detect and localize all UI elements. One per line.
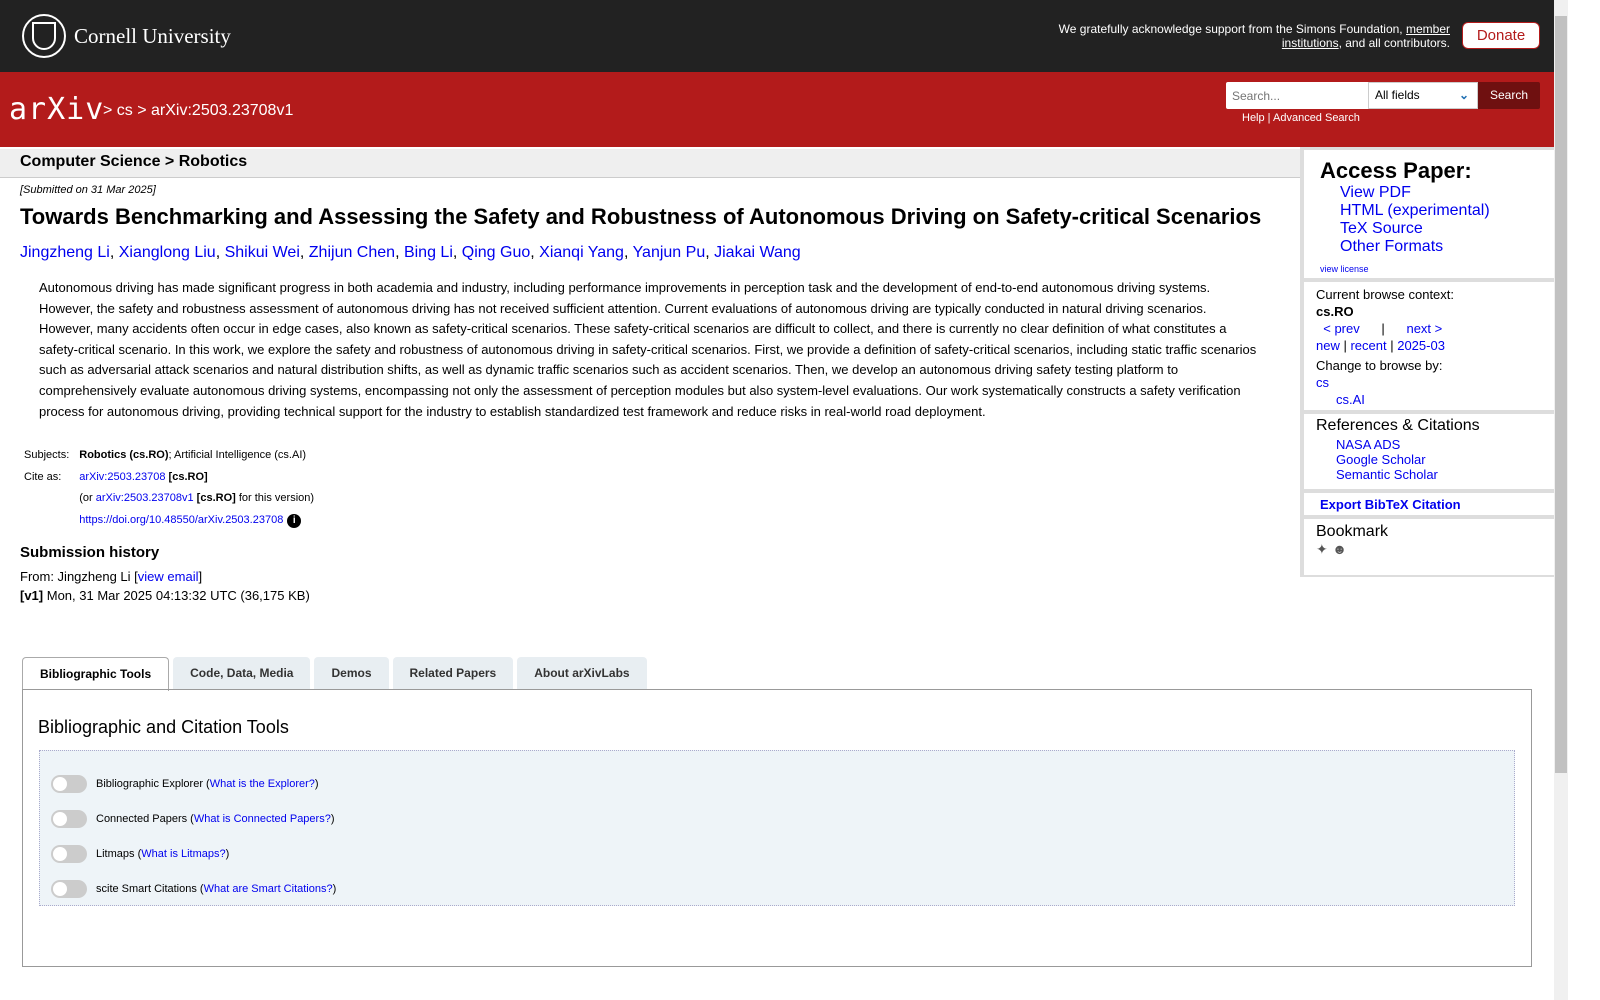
tabs: Bibliographic Tools Code, Data, Media De…: [22, 657, 651, 691]
tool-info-link[interactable]: What is Connected Papers?: [194, 813, 331, 825]
doi-link[interactable]: https://doi.org/10.48550/arXiv.2503.2370…: [79, 514, 283, 526]
tab-panel: Bibliographic and Citation Tools Bibliog…: [22, 689, 1532, 967]
author-link[interactable]: Zhijun Chen: [309, 244, 395, 261]
toggle-switch[interactable]: [51, 774, 87, 793]
next-link[interactable]: next >: [1406, 321, 1442, 336]
arxiv-header: > cs > arXiv:2503.23708v1 All fields⌄ Se…: [0, 72, 1554, 147]
google-scholar-link[interactable]: Google Scholar: [1336, 452, 1542, 467]
chevron-down-icon: ⌄: [1458, 88, 1469, 102]
html-link[interactable]: HTML (experimental): [1340, 202, 1538, 220]
cornell-seal-icon: [22, 14, 66, 58]
search-form: All fields⌄ Search: [1226, 82, 1540, 109]
toggle-switch[interactable]: [51, 879, 87, 898]
new-link[interactable]: new: [1316, 338, 1340, 353]
search-input[interactable]: [1226, 82, 1368, 109]
view-email-link[interactable]: view email: [138, 569, 199, 584]
browse-cs-link[interactable]: cs: [1316, 374, 1542, 391]
tool-info-link[interactable]: What is Litmaps?: [141, 848, 225, 860]
tool-row: Bibliographic Explorer (What is the Expl…: [51, 766, 1503, 801]
toggle-switch[interactable]: [51, 809, 87, 828]
access-paper-title: Access Paper:: [1320, 158, 1472, 183]
cite-link[interactable]: arXiv:2503.23708: [79, 471, 165, 483]
author-link[interactable]: Yanjun Pu: [633, 244, 706, 261]
recent-link[interactable]: recent: [1350, 338, 1386, 353]
tab-bibliographic-tools[interactable]: Bibliographic Tools: [22, 657, 170, 691]
browse-csai-link[interactable]: cs.AI: [1336, 391, 1542, 408]
tool-row: Litmaps (What is Litmaps?): [51, 836, 1503, 871]
reddit-icon[interactable]: ☻: [1332, 541, 1347, 557]
author-link[interactable]: Xianglong Liu: [119, 244, 216, 261]
submitted-date: [Submitted on 31 Mar 2025]: [20, 184, 156, 196]
abstract: Autonomous driving has made significant …: [39, 280, 1257, 419]
submission-history-title: Submission history: [20, 544, 160, 562]
toggle-knob: [53, 881, 67, 896]
metadata-table: Subjects: Robotics (cs.RO); Artificial In…: [24, 449, 315, 528]
tex-source-link[interactable]: TeX Source: [1340, 220, 1538, 238]
paper-title: Towards Benchmarking and Assessing the S…: [20, 204, 1262, 229]
author-link[interactable]: Jingzheng Li: [20, 244, 110, 261]
tool-info-link[interactable]: What is the Explorer?: [210, 778, 315, 790]
scrollbar-thumb[interactable]: [1555, 16, 1567, 773]
tool-row: scite Smart Citations (What are Smart Ci…: [51, 871, 1503, 906]
acknowledgement: We gratefully acknowledge support from t…: [1058, 22, 1450, 50]
month-link[interactable]: 2025-03: [1397, 338, 1445, 353]
breadcrumb[interactable]: > cs > arXiv:2503.23708v1: [103, 102, 293, 120]
semantic-scholar-link[interactable]: Semantic Scholar: [1336, 467, 1542, 482]
donate-button[interactable]: Donate: [1462, 22, 1540, 49]
arxiv-logo[interactable]: arXiv: [9, 92, 104, 127]
nasa-ads-link[interactable]: NASA ADS: [1336, 437, 1542, 452]
author-link[interactable]: Qing Guo: [462, 244, 530, 261]
cite-version-link[interactable]: arXiv:2503.23708v1: [96, 492, 194, 504]
paper-main: [Submitted on 31 Mar 2025] Towards Bench…: [20, 184, 1280, 605]
author-link[interactable]: Xianqi Yang: [539, 244, 624, 261]
category-header: Computer Science > Robotics: [0, 149, 1300, 178]
prev-link[interactable]: < prev: [1323, 321, 1360, 336]
info-icon[interactable]: i: [287, 513, 302, 528]
cornell-logo[interactable]: Cornell University: [22, 14, 231, 58]
author-link[interactable]: Shikui Wei: [225, 244, 300, 261]
view-license-link[interactable]: view license: [1320, 260, 1538, 278]
search-button[interactable]: Search: [1478, 82, 1540, 109]
tab-code-data-media[interactable]: Code, Data, Media: [173, 657, 311, 690]
toggle-knob: [53, 811, 67, 826]
export-bibtex-link[interactable]: Export BibTeX Citation: [1320, 497, 1461, 512]
search-field-select[interactable]: All fields ⌄: [1368, 82, 1478, 109]
bibsonomy-icon[interactable]: ✦: [1316, 541, 1328, 557]
authors: Jingzheng Li, Xianglong Liu, Shikui Wei,…: [20, 244, 801, 261]
sidebar: Access Paper: View PDF HTML (experimenta…: [1300, 147, 1554, 577]
cornell-header: Cornell University We gratefully acknowl…: [0, 0, 1554, 72]
tab-demos[interactable]: Demos: [314, 657, 389, 690]
other-formats-link[interactable]: Other Formats: [1340, 238, 1538, 256]
toggle-switch[interactable]: [51, 844, 87, 863]
toggle-knob: [53, 776, 67, 791]
help-link[interactable]: Help: [1242, 112, 1265, 124]
advanced-search-link[interactable]: Advanced Search: [1273, 112, 1360, 124]
toggle-knob: [53, 846, 67, 861]
tool-info-link[interactable]: What are Smart Citations?: [204, 883, 333, 895]
author-link[interactable]: Bing Li: [404, 244, 453, 261]
tool-row: Connected Papers (What is Connected Pape…: [51, 801, 1503, 836]
author-link[interactable]: Jiakai Wang: [714, 244, 801, 261]
tools-list: Bibliographic Explorer (What is the Expl…: [39, 750, 1515, 906]
tools-title: Bibliographic and Citation Tools: [38, 717, 289, 737]
scrollbar[interactable]: [1554, 0, 1568, 1000]
tab-related-papers[interactable]: Related Papers: [392, 657, 514, 690]
tab-about-arxivlabs[interactable]: About arXivLabs: [517, 657, 647, 690]
view-pdf-link[interactable]: View PDF: [1340, 184, 1538, 202]
